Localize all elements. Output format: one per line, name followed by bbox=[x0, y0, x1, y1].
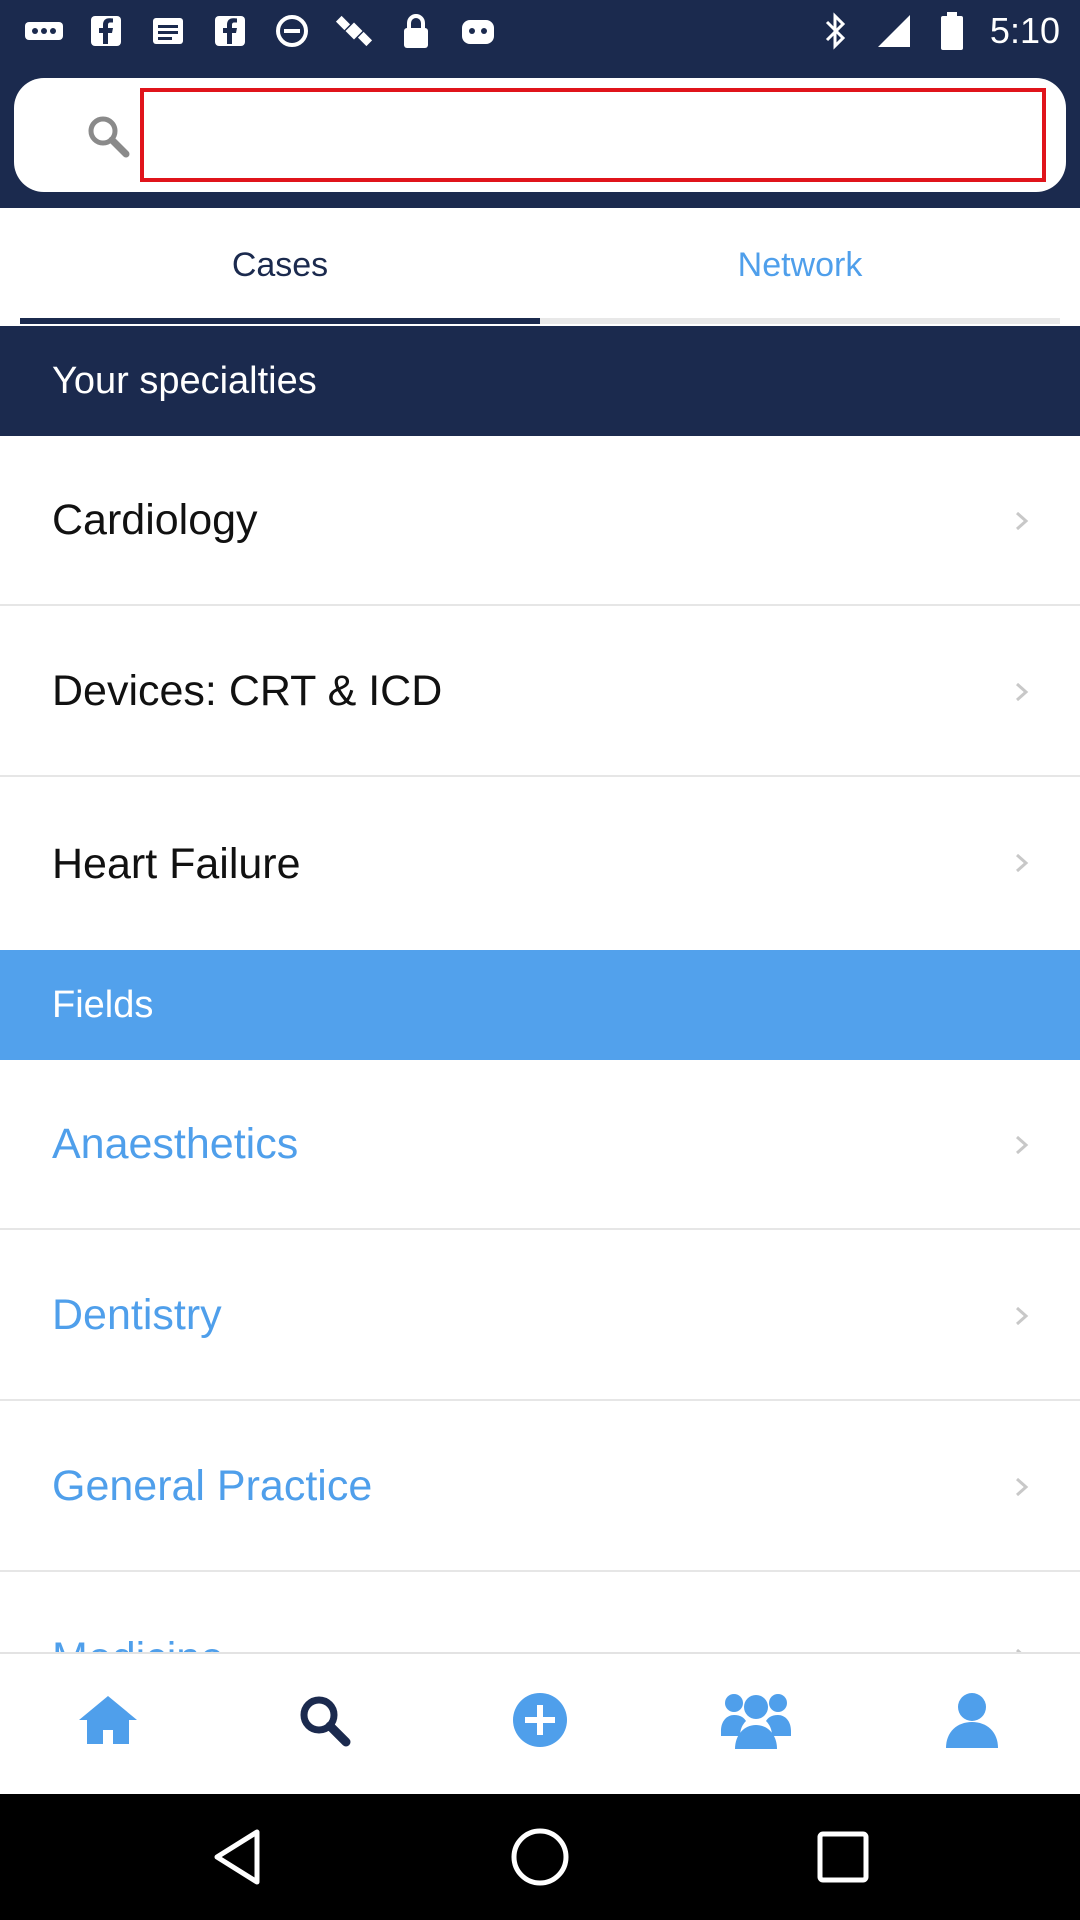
blocked-icon bbox=[272, 11, 312, 51]
list-item-label: Dentistry bbox=[52, 1290, 222, 1339]
nav-search-button[interactable] bbox=[286, 1682, 362, 1758]
chevron-right-icon bbox=[1016, 1135, 1029, 1155]
back-icon[interactable] bbox=[205, 1824, 271, 1890]
tab-bar: Cases Network bbox=[0, 208, 1080, 326]
notes-icon bbox=[148, 11, 188, 51]
status-system-icons: 5:10 bbox=[816, 10, 1060, 52]
android-icon bbox=[458, 11, 498, 51]
signal-icon bbox=[874, 11, 914, 51]
status-notification-icons bbox=[24, 10, 498, 52]
chevron-right-icon bbox=[1016, 1477, 1029, 1497]
search-icon bbox=[300, 1696, 351, 1747]
tab-network[interactable]: Network bbox=[540, 208, 1060, 322]
status-time: 5:10 bbox=[989, 10, 1060, 51]
lock-icon bbox=[396, 11, 436, 51]
list-item-label: Heart Failure bbox=[52, 839, 301, 888]
chevron-right-icon bbox=[1016, 511, 1029, 531]
search-icon bbox=[84, 112, 132, 160]
bottom-nav bbox=[0, 1652, 1080, 1794]
list-item-devices-crt-icd[interactable]: Devices: CRT & ICD bbox=[0, 607, 1080, 777]
active-tab-indicator bbox=[20, 318, 540, 324]
more-icon bbox=[24, 11, 64, 51]
home-icon bbox=[79, 1696, 137, 1744]
profile-icon bbox=[946, 1693, 998, 1748]
section-header-fields: Fields bbox=[0, 950, 1080, 1060]
list-item-anaesthetics[interactable]: Anaesthetics bbox=[0, 1060, 1080, 1230]
screen: 5:10 Cases Network Your specialties Card… bbox=[0, 0, 1080, 1920]
chevron-right-icon bbox=[1016, 682, 1029, 702]
chevron-right-icon bbox=[1016, 853, 1029, 873]
home-circle-icon[interactable] bbox=[507, 1824, 573, 1890]
nav-home-button[interactable] bbox=[70, 1682, 146, 1758]
facebook-icon bbox=[86, 11, 126, 51]
list-item-cardiology[interactable]: Cardiology bbox=[0, 436, 1080, 606]
battery-icon bbox=[932, 11, 972, 51]
search-bar bbox=[14, 78, 1066, 192]
nav-profile-button[interactable] bbox=[934, 1682, 1010, 1758]
list-item-dentistry[interactable]: Dentistry bbox=[0, 1231, 1080, 1401]
section-header-specialties: Your specialties bbox=[0, 326, 1080, 436]
list-item-label: Devices: CRT & ICD bbox=[52, 666, 443, 715]
search-header bbox=[0, 62, 1080, 208]
nav-network-button[interactable] bbox=[718, 1682, 794, 1758]
satellite-icon bbox=[334, 11, 374, 51]
recents-icon[interactable] bbox=[810, 1824, 876, 1890]
system-nav-bar bbox=[0, 1794, 1080, 1920]
facebook-icon bbox=[210, 11, 250, 51]
nav-add-button[interactable] bbox=[502, 1682, 578, 1758]
search-input[interactable] bbox=[140, 88, 1046, 182]
list-item-heart-failure[interactable]: Heart Failure bbox=[0, 778, 1080, 950]
list-item-label: Anaesthetics bbox=[52, 1119, 299, 1168]
list-item-general-practice[interactable]: General Practice bbox=[0, 1402, 1080, 1572]
list-item-label: General Practice bbox=[52, 1461, 373, 1510]
tab-cases[interactable]: Cases bbox=[20, 208, 540, 322]
list-item-label: Cardiology bbox=[52, 495, 258, 544]
bluetooth-icon bbox=[816, 11, 856, 51]
group-icon bbox=[721, 1694, 791, 1749]
chevron-right-icon bbox=[1016, 1306, 1029, 1326]
status-bar: 5:10 bbox=[0, 0, 1080, 62]
add-circle-icon bbox=[513, 1693, 567, 1747]
